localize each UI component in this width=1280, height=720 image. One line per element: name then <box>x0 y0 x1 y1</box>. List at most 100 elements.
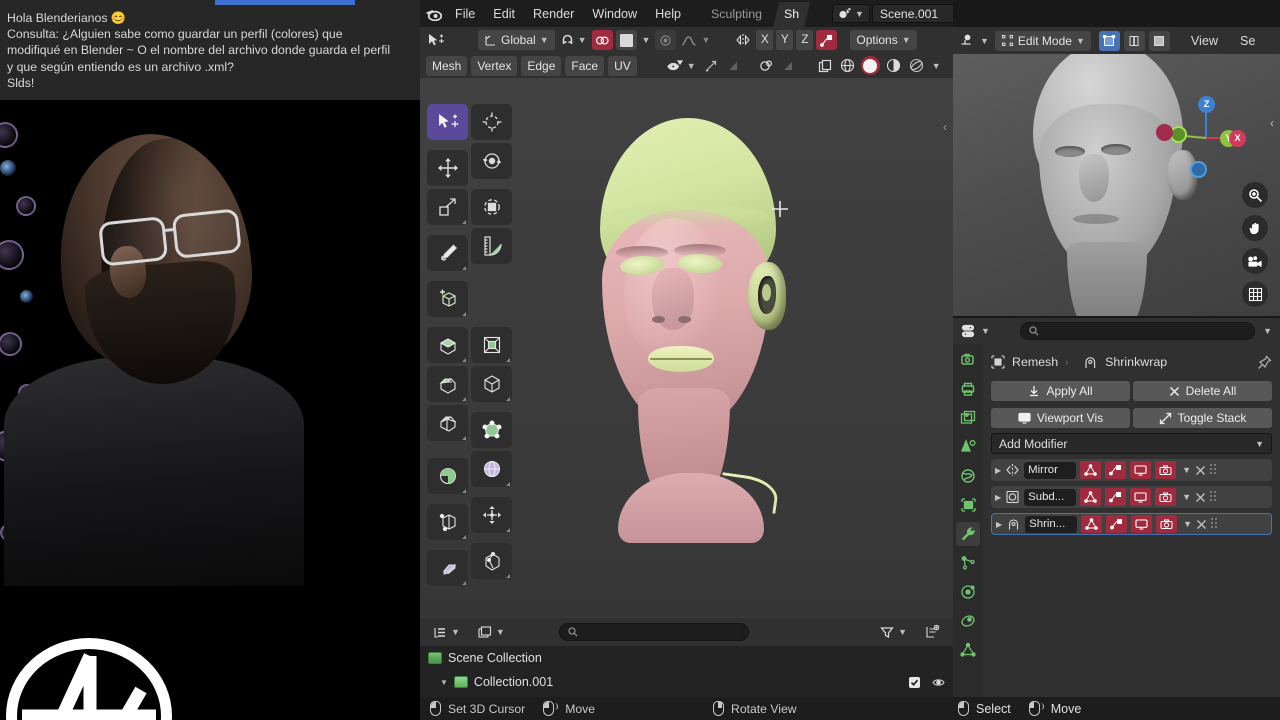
tool-move[interactable] <box>427 150 468 186</box>
properties-tab-physics[interactable] <box>956 580 980 604</box>
workspace-tab-shading[interactable]: Sh <box>773 2 810 27</box>
tool-extrude-region[interactable] <box>427 327 468 363</box>
snap-sphere-icon[interactable] <box>757 56 776 76</box>
overlays-icon[interactable]: ▼ <box>665 56 698 76</box>
modifier-drag-handle-icon[interactable] <box>1210 491 1222 503</box>
outliner-row-collection-001[interactable]: ▼ Collection.001 <box>420 670 953 694</box>
mirror-axis-z[interactable]: Z <box>796 30 814 50</box>
realtime-monitor-icon[interactable] <box>1130 461 1152 479</box>
edge-select-mode-icon[interactable] <box>1123 30 1145 51</box>
gizmo-axis-neg-x[interactable] <box>1156 124 1173 141</box>
properties-tab-modifier[interactable] <box>956 522 980 546</box>
properties-search-input[interactable] <box>1019 322 1256 340</box>
expander-triangle-icon[interactable]: ▼ <box>440 678 448 687</box>
modifier-drag-handle-icon[interactable] <box>1210 464 1222 476</box>
options-dropdown[interactable]: Options ▼ <box>850 30 917 50</box>
tool-bevel[interactable] <box>427 366 468 402</box>
right-menu-view[interactable]: View <box>1182 31 1227 51</box>
pin-icon[interactable] <box>1257 354 1272 370</box>
expander-triangle-icon[interactable]: ▶ <box>995 466 1001 475</box>
outliner-filter-icon[interactable]: ▼ <box>874 622 913 642</box>
mirror-icon[interactable] <box>733 30 753 50</box>
delete-all-button[interactable]: Delete All <box>1133 381 1272 401</box>
breadcrumb-remesh-label[interactable]: Remesh <box>1012 355 1058 369</box>
tool-spin[interactable] <box>427 458 468 494</box>
outliner-filter-id-icon[interactable]: ▼ <box>472 622 511 642</box>
vertex-select-mode-icon[interactable] <box>1098 30 1120 51</box>
modifier-name[interactable]: Shrin... <box>1025 515 1078 533</box>
tool-edge-slide[interactable] <box>427 504 468 540</box>
falloff-chevron-icon[interactable]: ▼ <box>640 30 653 50</box>
modifier-row-mirror[interactable]: ▶ Mirror ▼ <box>991 459 1272 481</box>
outliner-new-collection-icon[interactable] <box>919 622 946 642</box>
navigation-gizmo[interactable]: Z Y X <box>1156 92 1246 178</box>
outliner-display-mode-icon[interactable]: ▼ <box>427 622 466 642</box>
expander-triangle-icon[interactable]: ▶ <box>996 520 1002 529</box>
tool-knife[interactable] <box>427 405 468 441</box>
menu-file[interactable]: File <box>446 4 484 24</box>
modifier-remove-close-icon[interactable] <box>1195 465 1206 476</box>
shading-options-chevron-icon[interactable]: ▼ <box>930 56 943 76</box>
modifier-name[interactable]: Mirror <box>1024 461 1077 479</box>
on-cage-icon[interactable] <box>1106 515 1128 533</box>
tool-scale[interactable] <box>427 189 468 225</box>
tool-cursor[interactable] <box>471 104 512 140</box>
properties-tab-output[interactable] <box>956 377 980 401</box>
gizmo-axis-z[interactable]: Z <box>1198 96 1215 113</box>
properties-tab-world[interactable] <box>956 464 980 488</box>
scene-icon-button[interactable]: ▼ <box>832 4 870 23</box>
apply-all-button[interactable]: Apply All <box>991 381 1130 401</box>
properties-tab-view-layer[interactable] <box>956 406 980 430</box>
properties-tab-tool[interactable] <box>956 348 980 372</box>
tool-shrink-fatten[interactable] <box>471 497 512 533</box>
edit-mode-display-icon[interactable] <box>1080 488 1102 506</box>
rendered-shading-icon[interactable] <box>907 56 926 76</box>
edit-mode-display-icon[interactable] <box>1080 461 1102 479</box>
breadcrumb-shrinkwrap-label[interactable]: Shrinkwrap <box>1105 355 1167 369</box>
snap-target-icon[interactable] <box>655 30 677 50</box>
menu-edit[interactable]: Edit <box>484 4 524 24</box>
3d-viewport[interactable]: ‹ <box>420 78 953 618</box>
outliner-search-input[interactable] <box>558 623 749 641</box>
modifier-extras-chevron-icon[interactable]: ▼ <box>1183 519 1192 529</box>
mirror-axis-x[interactable]: X <box>756 30 774 50</box>
realtime-monitor-icon[interactable] <box>1130 488 1152 506</box>
right-viewport-sidebar-collapse-icon[interactable]: ‹ <box>1270 116 1274 130</box>
right-editor-type-icon[interactable]: ▼ <box>958 31 991 51</box>
tool-loop-cut[interactable] <box>471 366 512 402</box>
modifier-row-shrinkwrap[interactable]: ▶ Shrin... ▼ <box>991 513 1272 535</box>
modifier-extras-chevron-icon[interactable]: ▼ <box>1182 492 1191 502</box>
menu-face[interactable]: Face <box>565 55 605 76</box>
tool-annotate[interactable] <box>427 235 468 271</box>
proportional-edit-icon[interactable] <box>591 30 613 50</box>
outliner-tree[interactable]: Scene Collection ▼ Collection.001 <box>420 646 953 697</box>
on-cage-icon[interactable] <box>1105 488 1127 506</box>
menu-uv[interactable]: UV <box>608 55 637 76</box>
gizmo-axis-neg-z[interactable] <box>1190 161 1207 178</box>
realtime-monitor-icon[interactable] <box>1131 515 1153 533</box>
properties-tab-mesh-data[interactable] <box>956 638 980 662</box>
menu-edge[interactable]: Edge <box>521 55 562 76</box>
modifier-extras-chevron-icon[interactable]: ▼ <box>1182 465 1191 475</box>
modifier-remove-close-icon[interactable] <box>1195 492 1206 503</box>
viewport-vis-button[interactable]: Viewport Vis <box>991 408 1130 428</box>
tool-shear[interactable] <box>427 550 468 586</box>
properties-tab-object[interactable] <box>956 493 980 517</box>
zoom-icon[interactable] <box>1242 182 1268 208</box>
right-3d-viewport[interactable]: Z Y X <box>953 54 1280 316</box>
tool-rotate[interactable] <box>471 143 512 179</box>
tweak-mode-icon[interactable] <box>426 30 447 50</box>
menu-help[interactable]: Help <box>646 4 690 24</box>
properties-tab-scene[interactable] <box>956 435 980 459</box>
add-modifier-dropdown[interactable]: Add Modifier ▼ <box>991 433 1272 454</box>
gizmo-axis-x[interactable]: X <box>1229 130 1246 147</box>
properties-editor-type-icon[interactable]: ▼ <box>959 321 992 341</box>
tool-poly-build[interactable] <box>471 412 512 448</box>
x-ray-icon[interactable] <box>702 56 721 76</box>
proportional-falloff-swatch[interactable] <box>615 30 637 50</box>
smooth-falloff-icon[interactable]: ▼ <box>679 30 712 50</box>
menu-vertex[interactable]: Vertex <box>471 55 518 76</box>
viewport-sidebar-collapse-icon[interactable]: ‹ <box>943 120 947 134</box>
material-shading-icon[interactable] <box>884 56 903 76</box>
render-preview-icon[interactable] <box>816 56 834 76</box>
